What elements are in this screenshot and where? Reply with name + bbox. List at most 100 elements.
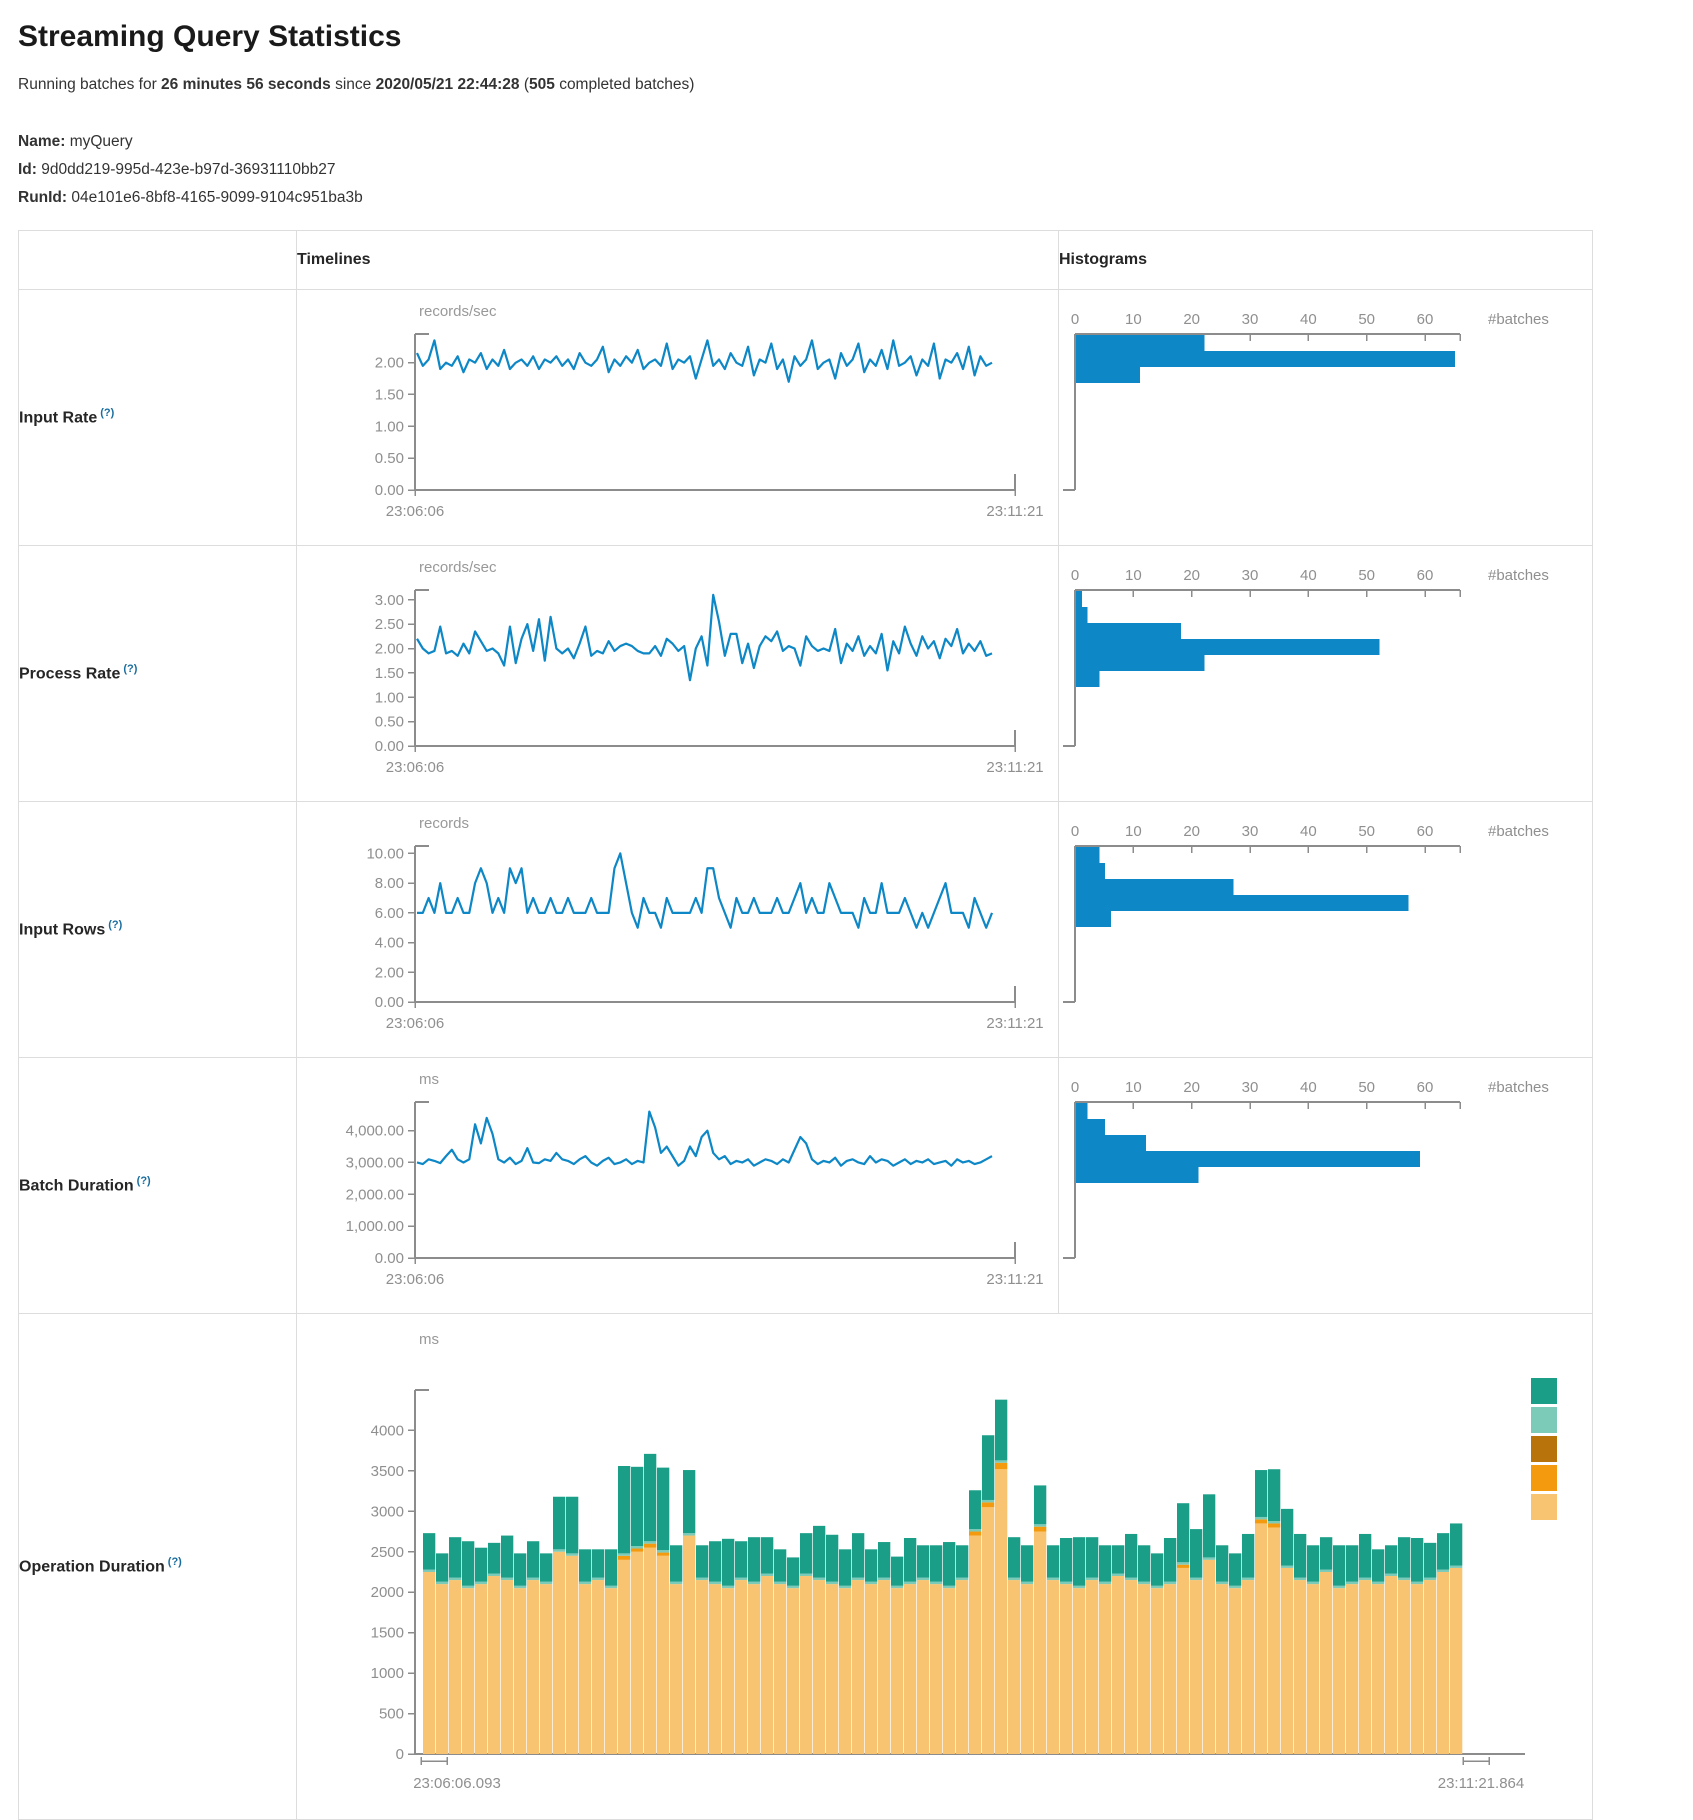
- svg-text:8.00: 8.00: [375, 875, 404, 892]
- input-rate-label: Input Rate: [19, 409, 97, 426]
- batch-duration-label: Batch Duration: [19, 1177, 134, 1194]
- svg-text:records: records: [419, 815, 469, 832]
- svg-text:50: 50: [1358, 311, 1375, 328]
- svg-text:10: 10: [1125, 823, 1142, 840]
- process-rate-timeline-cell: records/sec3.002.502.001.501.000.500.002…: [297, 545, 1059, 801]
- svg-text:0: 0: [1071, 1079, 1079, 1096]
- query-runid-value: 04e101e6-8bf8-4165-9099-9104c951ba3b: [71, 189, 362, 206]
- svg-text:2500: 2500: [371, 1543, 404, 1560]
- table-row: Operation Duration(?) ms 4000 3500 3000 2500…: [19, 1313, 1593, 1819]
- process-rate-label: Process Rate: [19, 665, 120, 682]
- input-rows-help-icon[interactable]: (?): [108, 919, 122, 931]
- svg-text:50: 50: [1358, 823, 1375, 840]
- svg-text:10: 10: [1125, 311, 1142, 328]
- svg-text:60: 60: [1417, 1079, 1434, 1096]
- svg-text:30: 30: [1242, 823, 1259, 840]
- svg-text:2.50: 2.50: [375, 616, 404, 633]
- svg-text:1.00: 1.00: [375, 418, 404, 435]
- svg-text:#batches: #batches: [1488, 311, 1549, 328]
- svg-text:1.50: 1.50: [375, 665, 404, 682]
- header-empty-cell: [19, 230, 297, 289]
- svg-text:0: 0: [1071, 823, 1079, 840]
- svg-text:40: 40: [1300, 1079, 1317, 1096]
- svg-text:500: 500: [379, 1705, 404, 1722]
- input-rate-help-icon[interactable]: (?): [100, 407, 114, 419]
- svg-text:1,000.00: 1,000.00: [346, 1218, 404, 1235]
- svg-text:20: 20: [1183, 823, 1200, 840]
- running-prefix: Running batches for: [18, 76, 157, 93]
- svg-text:2.00: 2.00: [375, 964, 404, 981]
- svg-text:6.00: 6.00: [375, 905, 404, 922]
- row-label-input-rows: Input Rows(?): [19, 801, 297, 1057]
- svg-text:3,000.00: 3,000.00: [346, 1154, 404, 1171]
- row-label-process-rate: Process Rate(?): [19, 545, 297, 801]
- completed-batches-suffix: completed batches): [559, 76, 694, 93]
- svg-text:4.00: 4.00: [375, 934, 404, 951]
- svg-text:2000: 2000: [371, 1584, 404, 1601]
- query-id-value: 9d0dd219-995d-423e-b97d-36931110bb27: [41, 161, 335, 178]
- svg-text:4,000.00: 4,000.00: [346, 1122, 404, 1139]
- svg-text:10: 10: [1125, 567, 1142, 584]
- operation-duration-stacked-chart: ms4000350030002500200015001000500023:06:…: [297, 1314, 1589, 1814]
- svg-text:30: 30: [1242, 1079, 1259, 1096]
- input-rows-timeline-cell: records 10.00 8.00 6.00 4.00 2.00 0.00 23:06:06…: [297, 801, 1059, 1057]
- svg-text:4000: 4000: [371, 1422, 404, 1439]
- svg-text:23:11:21.864: 23:11:21.864: [1438, 1775, 1524, 1792]
- table-header-row: Timelines Histograms: [19, 230, 1593, 289]
- svg-text:20: 20: [1183, 311, 1200, 328]
- input-rows-histogram-cell: 0102030405060#batches: [1059, 801, 1593, 1057]
- svg-text:40: 40: [1300, 311, 1317, 328]
- svg-text:23:06:06: 23:06:06: [386, 503, 444, 520]
- svg-text:records/sec: records/sec: [419, 303, 497, 320]
- operation-duration-label: Operation Duration: [19, 1558, 165, 1575]
- svg-text:23:11:21: 23:11:21: [986, 1015, 1043, 1032]
- svg-text:0: 0: [1071, 567, 1079, 584]
- input-rows-label: Input Rows: [19, 921, 105, 938]
- svg-text:30: 30: [1242, 311, 1259, 328]
- batch-duration-timeline-cell: ms4,000.003,000.002,000.001,000.000.0023…: [297, 1057, 1059, 1313]
- svg-text:2,000.00: 2,000.00: [346, 1186, 404, 1203]
- svg-text:ms: ms: [419, 1331, 439, 1348]
- svg-text:23:11:21: 23:11:21: [986, 503, 1043, 520]
- svg-text:23:06:06: 23:06:06: [386, 759, 444, 776]
- since-label: since: [335, 76, 371, 93]
- streaming-query-statistics-page: Streaming Query Statistics Running batch…: [0, 0, 1693, 1820]
- svg-text:2.00: 2.00: [375, 640, 404, 657]
- header-histograms: Histograms: [1059, 230, 1593, 289]
- svg-text:1500: 1500: [371, 1624, 404, 1641]
- process-rate-histogram-cell: 0102030405060#batches: [1059, 545, 1593, 801]
- completed-batches-count: 505: [529, 76, 555, 93]
- query-meta: Name: myQuery Id: 9d0dd219-995d-423e-b97…: [18, 128, 1693, 212]
- batch-duration-histogram-cell: 0102030405060#batches: [1059, 1057, 1593, 1313]
- svg-text:20: 20: [1183, 567, 1200, 584]
- input-rows-timeline-chart: records 10.00 8.00 6.00 4.00 2.00 0.00 23:06:06…: [297, 802, 1057, 1052]
- svg-text:1000: 1000: [371, 1665, 404, 1682]
- table-row: Batch Duration(?) ms 4,000.00 3,000.00 2,00…: [19, 1057, 1593, 1313]
- svg-text:ms: ms: [419, 1071, 439, 1088]
- query-name-label: Name:: [18, 133, 65, 150]
- svg-text:23:11:21: 23:11:21: [986, 759, 1043, 776]
- svg-text:0.50: 0.50: [375, 450, 404, 467]
- svg-text:0.00: 0.00: [375, 994, 404, 1011]
- svg-text:60: 60: [1417, 567, 1434, 584]
- statistics-table: Timelines Histograms Input Rate(?) recor…: [18, 230, 1593, 1820]
- query-id-label: Id:: [18, 161, 37, 178]
- svg-text:23:11:21: 23:11:21: [986, 1271, 1043, 1288]
- batch-duration-help-icon[interactable]: (?): [137, 1175, 151, 1187]
- operation-duration-help-icon[interactable]: (?): [168, 1556, 182, 1568]
- operation-duration-chart-cell: ms4000350030002500200015001000500023:06:…: [297, 1313, 1593, 1819]
- input-rows-histogram-chart: 0102030405060#batches: [1059, 802, 1591, 1052]
- svg-text:3000: 3000: [371, 1503, 404, 1520]
- table-row: Process Rate(?) records/sec3.002.502.001…: [19, 545, 1593, 801]
- svg-text:10.00: 10.00: [366, 845, 404, 862]
- svg-text:23:06:06: 23:06:06: [386, 1015, 444, 1032]
- svg-text:40: 40: [1300, 567, 1317, 584]
- process-rate-help-icon[interactable]: (?): [123, 663, 137, 675]
- svg-text:60: 60: [1417, 311, 1434, 328]
- row-label-input-rate: Input Rate(?): [19, 289, 297, 545]
- svg-text:3500: 3500: [371, 1463, 404, 1480]
- svg-text:#batches: #batches: [1488, 567, 1549, 584]
- table-row: Input Rows(?) records 10.00 8.00 6.00 4.00 2.…: [19, 801, 1593, 1057]
- svg-text:10: 10: [1125, 1079, 1142, 1096]
- svg-text:0.00: 0.00: [375, 738, 404, 755]
